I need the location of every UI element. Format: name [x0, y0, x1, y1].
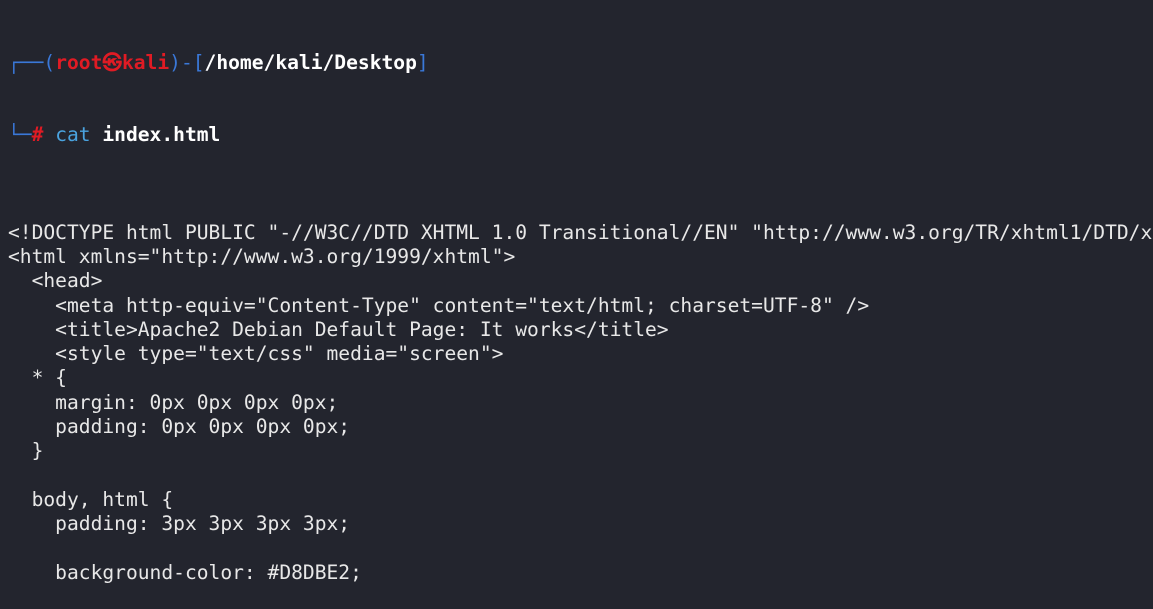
prompt-separator: )-[ — [169, 50, 205, 74]
output-line: * { — [8, 366, 67, 390]
prompt-line-2: └─# cat index.html — [8, 123, 1153, 147]
output-line: margin: 0px 0px 0px 0px; — [8, 390, 339, 414]
output-line: padding: 0px 0px 0px 0px; — [8, 415, 351, 439]
command-output: <!DOCTYPE html PUBLIC "-//W3C//DTD XHTML… — [8, 196, 1153, 585]
output-line: <html xmlns="http://www.w3.org/1999/xhtm… — [8, 244, 516, 268]
prompt-line-1: ┌──(root㉿kali)-[/home/kali/Desktop] — [8, 51, 1153, 75]
prompt-host: kali — [121, 50, 170, 74]
output-line: <!DOCTYPE html PUBLIC "-//W3C//DTD XHTML… — [8, 220, 1153, 244]
prompt-bracket: ] — [416, 50, 429, 74]
output-line: } — [8, 439, 44, 463]
output-line: padding: 3px 3px 3px 3px; — [8, 512, 351, 536]
output-line: background-color: #D8DBE2; — [8, 560, 362, 584]
command-name: cat — [55, 123, 91, 147]
output-line: body, html { — [8, 487, 174, 511]
terminal[interactable]: ┌──(root㉿kali)-[/home/kali/Desktop] └─# … — [8, 2, 1153, 609]
prompt-corner-bottom: └─ — [8, 123, 32, 147]
prompt-path: /home/kali/Desktop — [204, 50, 417, 74]
command-argument: index.html — [102, 123, 221, 147]
output-line: <title>Apache2 Debian Default Page: It w… — [8, 317, 669, 341]
prompt-user: root — [55, 50, 103, 74]
output-line: <meta http-equiv="Content-Type" content=… — [8, 293, 870, 317]
prompt-symbol: # — [31, 123, 44, 147]
output-line: <head> — [8, 269, 103, 293]
output-line: <style type="text/css" media="screen"> — [8, 342, 504, 366]
skull-icon: ㉿ — [102, 50, 122, 74]
prompt-corner: ┌──( — [8, 50, 56, 74]
